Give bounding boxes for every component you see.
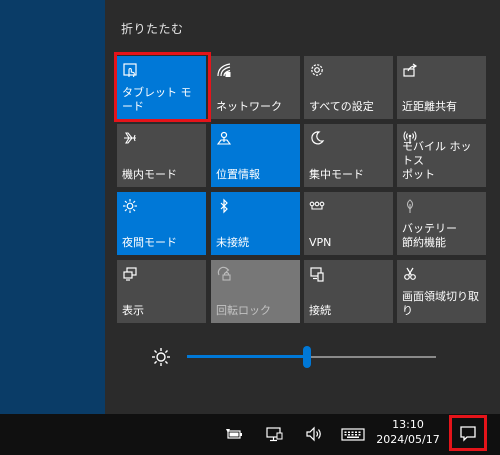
tile-label: VPN [309, 236, 332, 249]
quick-action-tile[interactable]: 未接続 [211, 192, 300, 255]
action-center-button[interactable] [449, 415, 487, 451]
notification-icon [460, 426, 476, 442]
tile-label: 位置情報 [216, 168, 260, 181]
connect-icon [309, 266, 325, 282]
tile-label: 近距離共有 [402, 100, 457, 113]
quick-action-tile[interactable]: 集中モード [304, 124, 393, 187]
moon-icon [309, 130, 325, 146]
desktop-background [0, 0, 105, 414]
night-light-icon [122, 198, 138, 214]
collapse-link[interactable]: 折りたたむ [121, 20, 184, 37]
tile-label: ネットワーク [216, 100, 282, 113]
quick-action-tile[interactable]: バッテリー 節約機能 [397, 192, 486, 255]
tile-label: 表示 [122, 304, 144, 317]
rotation-lock-icon [216, 266, 232, 282]
share-icon [402, 62, 418, 78]
tile-label: 機内モード [122, 168, 177, 181]
quick-action-tile[interactable]: 夜間モード [117, 192, 206, 255]
tile-label: 未接続 [216, 236, 249, 249]
tile-label: 集中モード [309, 168, 364, 181]
brightness-slider-thumb[interactable] [303, 346, 311, 368]
battery-saver-icon [402, 198, 418, 214]
taskbar-clock[interactable]: 13:10 2024/05/17 [376, 417, 440, 447]
quick-action-tile[interactable]: 表示 [117, 260, 206, 323]
network-tray-icon[interactable] [265, 425, 285, 443]
volume-icon[interactable] [304, 425, 324, 443]
keyboard-icon[interactable] [341, 425, 365, 443]
airplane-icon [122, 130, 138, 146]
quick-action-tile[interactable]: タブレット モード [117, 56, 206, 119]
quick-action-tile[interactable]: VPN [304, 192, 393, 255]
quick-action-tile[interactable]: 機内モード [117, 124, 206, 187]
clock-date: 2024/05/17 [376, 433, 440, 446]
battery-icon[interactable] [224, 425, 244, 443]
quick-action-tile[interactable]: ネットワーク [211, 56, 300, 119]
gear-icon [309, 62, 325, 78]
location-icon [216, 130, 232, 146]
brightness-slider-fill [187, 355, 307, 358]
quick-action-tile: 回転ロック [211, 260, 300, 323]
bluetooth-icon [216, 198, 232, 214]
tile-label: すべての設定 [309, 100, 374, 113]
tile-label: 画面領域切り取 り [402, 290, 479, 317]
quick-action-tile[interactable]: 接続 [304, 260, 393, 323]
display-icon [122, 266, 138, 282]
tile-label: バッテリー 節約機能 [402, 222, 457, 249]
quick-action-tile[interactable]: 画面領域切り取 り [397, 260, 486, 323]
brightness-icon [151, 347, 171, 367]
vpn-icon [309, 198, 325, 214]
quick-action-tile[interactable]: モバイル ホットス ポット [397, 124, 486, 187]
tablet-mode-icon [122, 62, 138, 78]
clock-time: 13:10 [392, 418, 424, 431]
tile-label: 接続 [309, 304, 331, 317]
tile-label: 夜間モード [122, 236, 177, 249]
tile-label: モバイル ホットス ポット [402, 140, 472, 181]
network-icon [216, 62, 232, 78]
tile-label: タブレット モード [122, 86, 192, 113]
quick-action-tile[interactable]: すべての設定 [304, 56, 393, 119]
snip-icon [402, 266, 418, 282]
quick-action-tile[interactable]: 位置情報 [211, 124, 300, 187]
quick-action-tile[interactable]: 近距離共有 [397, 56, 486, 119]
tile-label: 回転ロック [216, 304, 271, 317]
